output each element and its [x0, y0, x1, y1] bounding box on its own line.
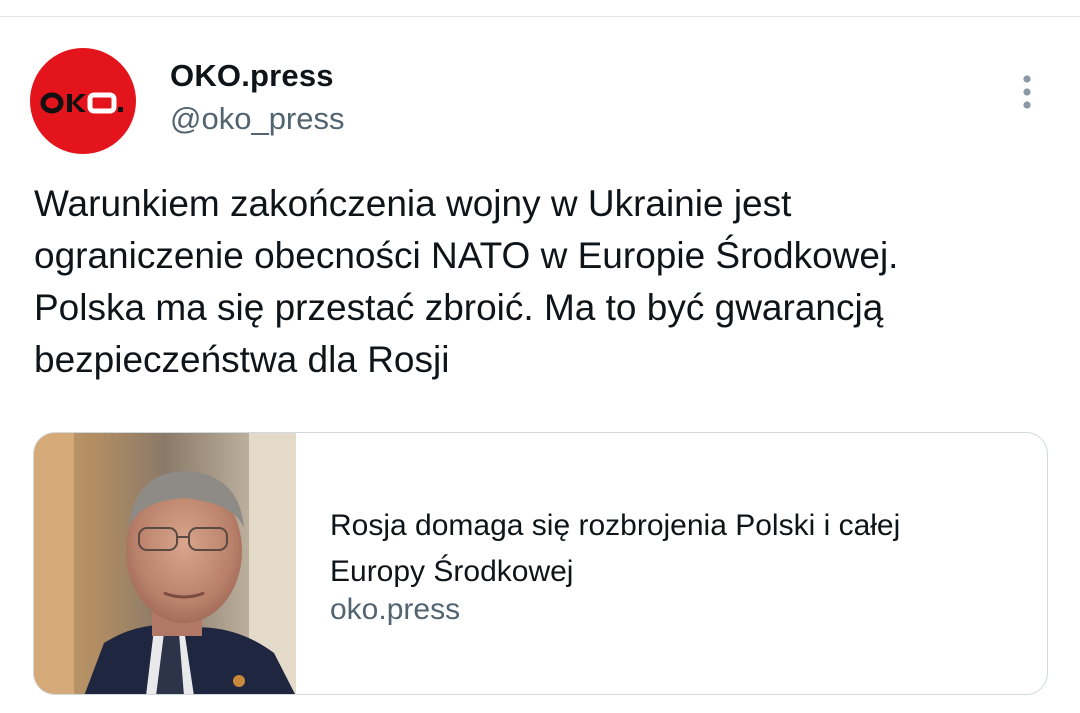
link-card-title[interactable]: Rosja domaga się rozbrojenia Polski i ca… — [330, 503, 1020, 595]
avatar[interactable] — [30, 48, 136, 154]
article-thumbnail — [34, 433, 296, 694]
oko-press-logo — [40, 92, 123, 114]
author-display-name[interactable]: OKO.press — [170, 58, 334, 94]
vertical-ellipsis-icon — [1023, 75, 1031, 109]
top-divider — [0, 16, 1080, 17]
tweet-text: Warunkiem zakończenia wojny w Ukrainie j… — [34, 183, 899, 380]
link-card[interactable]: Rosja domaga się rozbrojenia Polski i ca… — [33, 432, 1048, 695]
link-card-domain: oko.press — [330, 593, 461, 626]
more-options-button[interactable] — [1012, 70, 1042, 114]
author-handle[interactable]: @oko_press — [170, 101, 345, 137]
